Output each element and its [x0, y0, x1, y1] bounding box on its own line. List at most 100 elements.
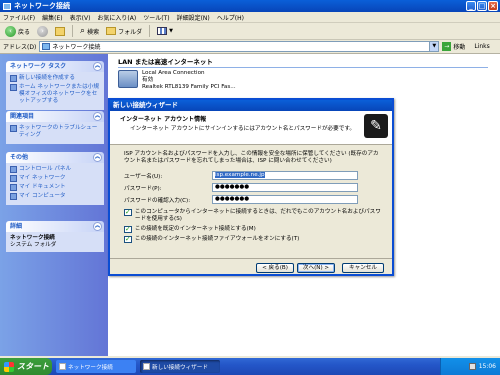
menu-favorites[interactable]: お気に入り(A) [97, 13, 136, 22]
go-button[interactable]: → 移動 [442, 42, 465, 51]
views-button[interactable]: ▼ [155, 25, 175, 38]
panel-header[interactable]: 詳細 ︽ [6, 221, 104, 232]
connection-name: Local Area Connection [142, 70, 205, 76]
taskbar-item-network-connections[interactable]: ネットワーク接続 [56, 360, 136, 373]
firewall-checkbox[interactable]: ✓ この接続のインターネット接続ファイアウォールをオンにする(T) [124, 236, 382, 243]
header-title: インターネット アカウント情報 [120, 116, 207, 123]
panel-header[interactable]: ネットワーク タスク ︽ [6, 61, 104, 72]
sidebar-item-control-panel[interactable]: コントロール パネル [10, 166, 100, 173]
sidebar-item-my-documents[interactable]: マイ ドキュメント [10, 184, 100, 191]
window-titlebar: ネットワーク接続 _ □ × [0, 0, 500, 12]
menu-view[interactable]: 表示(V) [70, 13, 91, 22]
connection-device: Realtek RTL8139 Family PCI Fas... [142, 84, 236, 90]
chevron-down-icon[interactable]: ▼ [429, 42, 439, 51]
back-arrow-icon: ‹ [5, 25, 16, 37]
maximize-button[interactable]: □ [477, 1, 487, 11]
folder-icon [106, 27, 117, 35]
dialog-header: インターネット アカウント情報 インターネット アカウントにサインインするにはア… [110, 111, 392, 145]
menu-edit[interactable]: 編集(E) [42, 13, 62, 22]
menu-help[interactable]: ヘルプ(H) [217, 13, 244, 22]
checkmark-icon: ✓ [124, 235, 132, 243]
collapse-icon[interactable]: ︽ [93, 222, 102, 231]
details-panel: 詳細 ︽ ネットワーク接続 システム フォルダ [6, 221, 104, 252]
back-button[interactable]: ‹ 戻る [3, 25, 32, 38]
default-connection-checkbox[interactable]: ✓ この接続を既定のインターネット接続とする(M) [124, 226, 382, 233]
search-button[interactable]: ⌕ 検索 [78, 25, 101, 38]
address-bar: アドレス(D) ネットワーク接続 ▼ → 移動 Links [0, 40, 500, 54]
taskbar-item-wizard[interactable]: 新しい接続ウィザード [140, 360, 220, 373]
chevron-down-icon: ▼ [169, 28, 173, 34]
details-type: システム フォルダ [10, 242, 57, 248]
sidebar-item-my-network[interactable]: マイ ネットワーク [10, 175, 100, 182]
collapse-icon[interactable]: ︽ [93, 62, 102, 71]
password-field[interactable]: ●●●●●●● [212, 183, 358, 192]
forward-arrow-icon: › [37, 25, 49, 37]
my-network-icon [10, 175, 17, 182]
sidebar-item-home-network[interactable]: ホーム ネットワークまたは小規模オフィスのネットワークをセットアップする [10, 84, 100, 105]
folders-button[interactable]: フォルダ [104, 25, 144, 38]
taskbar: スタート ネットワーク接続 新しい接続ウィザード 15:06 [0, 358, 500, 375]
network-folder-icon [42, 43, 51, 50]
wizard-icon: ✎ [364, 114, 388, 138]
network-folder-icon [59, 363, 66, 370]
network-tray-icon[interactable] [468, 363, 476, 370]
username-label: ユーザー名(U): [124, 173, 163, 180]
address-value: ネットワーク接続 [52, 44, 101, 51]
clock: 15:06 [478, 363, 496, 370]
lan-connection-icon [118, 70, 138, 88]
close-button[interactable]: × [488, 1, 498, 11]
checkmark-icon: ✓ [124, 208, 132, 216]
next-button[interactable]: 次へ(N) > [297, 263, 335, 273]
sidebar-item-my-computer[interactable]: マイ コンピュータ [10, 193, 100, 200]
share-credentials-checkbox[interactable]: ✓ このコンピュータからインターネットに接続するときは、だれでもこのアカウント名… [124, 209, 382, 223]
collapse-icon[interactable]: ︽ [93, 153, 102, 162]
back-button[interactable]: < 戻る(B) [256, 263, 294, 273]
task-pane: ネットワーク タスク ︽ 新しい接続を作成する ホーム ネットワークまたは小規模… [0, 54, 108, 356]
sidebar-item-create-connection[interactable]: 新しい接続を作成する [10, 75, 100, 82]
network-folder-icon [3, 2, 11, 10]
other-places-panel: その他 ︽ コントロール パネル マイ ネットワーク マイ ドキュメント マイ … [6, 152, 104, 205]
new-connection-icon [10, 75, 17, 82]
up-button[interactable] [53, 25, 67, 38]
start-button[interactable]: スタート [0, 358, 52, 375]
username-field[interactable]: isp.example.ne.jp [212, 171, 358, 180]
address-input[interactable]: ネットワーク接続 ▼ [39, 41, 440, 52]
password-label: パスワード(P): [124, 185, 162, 192]
header-subtitle: インターネット アカウントにサインインするにはアカウント名とパスワードが必要です… [130, 126, 355, 132]
views-icon [157, 27, 168, 35]
menu-advanced[interactable]: 詳細設定(N) [177, 13, 210, 22]
system-tray: 15:06 [440, 358, 500, 375]
connection-item[interactable]: Local Area Connection 有効 Realtek RTL8139… [118, 70, 236, 91]
links-button[interactable]: Links [474, 43, 489, 50]
minimize-button[interactable]: _ [466, 1, 476, 11]
window-title: ネットワーク接続 [14, 2, 70, 10]
menu-tools[interactable]: ツール(T) [143, 13, 169, 22]
forward-button[interactable]: › [35, 25, 50, 38]
network-tasks-panel: ネットワーク タスク ︽ 新しい接続を作成する ホーム ネットワークまたは小規模… [6, 61, 104, 110]
toolbar-separator [72, 25, 74, 37]
panel-header[interactable]: その他 ︽ [6, 152, 104, 163]
up-folder-icon [55, 26, 66, 36]
search-icon: ⌕ [80, 26, 86, 36]
go-arrow-icon: → [442, 42, 452, 51]
address-label: アドレス(D) [3, 44, 37, 51]
windows-logo-icon [4, 361, 14, 372]
confirm-password-field[interactable]: ●●●●●●● [212, 195, 358, 204]
my-documents-icon [10, 184, 17, 191]
dialog-title: 新しい接続ウィザード [110, 100, 392, 111]
control-panel-icon [10, 166, 17, 173]
sidebar-item-troubleshoot[interactable]: ネットワークのトラブルシューティング [10, 125, 100, 139]
menu-file[interactable]: ファイル(F) [3, 13, 35, 22]
toolbar: ‹ 戻る › ⌕ 検索 フォルダ ▼ [0, 23, 500, 40]
collapse-icon[interactable]: ︽ [93, 112, 102, 121]
help-icon [10, 125, 17, 132]
my-computer-icon [10, 193, 17, 200]
panel-header[interactable]: 関連項目 ︽ [6, 111, 104, 122]
checkmark-icon: ✓ [124, 225, 132, 233]
cancel-button[interactable]: キャンセル [342, 263, 384, 273]
instructions-text: ISP アカウント名およびパスワードを入力し、この情報を安全な場所に保管してくだ… [124, 151, 379, 164]
confirm-password-label: パスワードの確認入力(C): [124, 197, 191, 204]
related-panel: 関連項目 ︽ ネットワークのトラブルシューティング [6, 111, 104, 144]
home-network-icon [10, 84, 17, 91]
toolbar-separator [149, 25, 151, 37]
